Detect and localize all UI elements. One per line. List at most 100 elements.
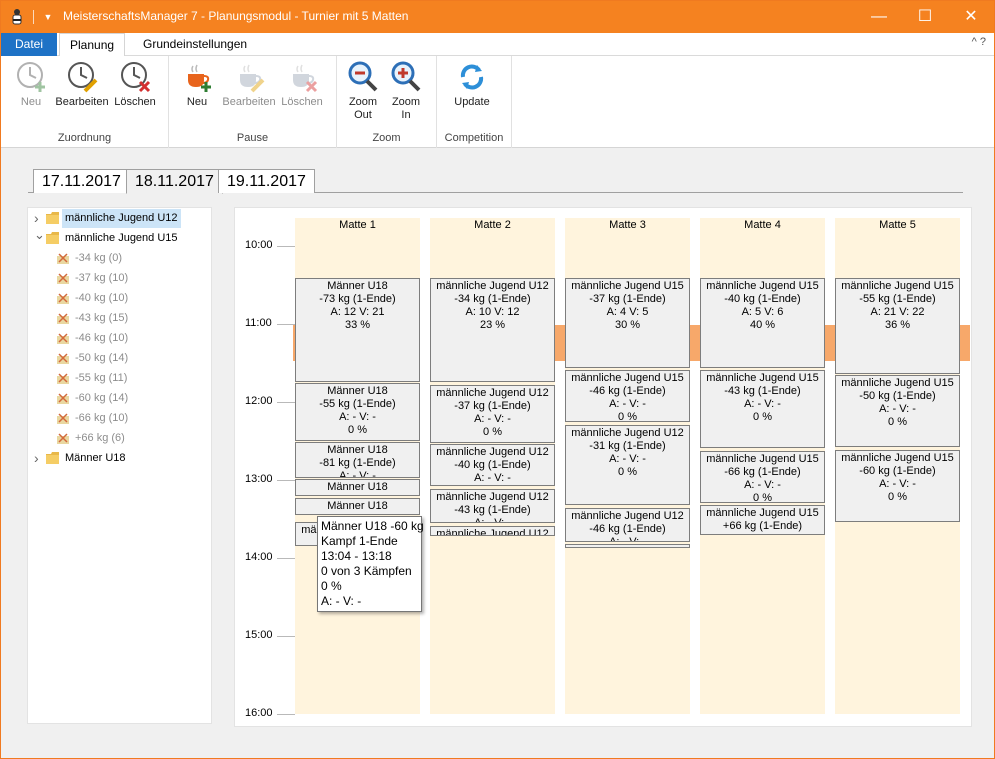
pause-band[interactable] — [690, 325, 700, 361]
fight-block-line: Männer U18 — [327, 385, 388, 397]
tab-planung[interactable]: Planung — [59, 33, 126, 57]
fight-block[interactable]: Männer U18 — [295, 479, 420, 496]
tree-weight-class[interactable]: -60 kg (14) — [56, 389, 206, 408]
date-tab-1[interactable]: 17.11.2017 — [33, 169, 130, 193]
fight-block[interactable]: männliche Jugend U15 -60 kg (1-Ende) A: - … — [835, 450, 960, 522]
tree-item-label: Männer U18 — [65, 452, 126, 464]
app-judoka-icon[interactable] — [9, 8, 25, 26]
fight-block[interactable]: männliche Jugend U15 -66 kg (1-Ende) A: - … — [700, 451, 825, 503]
zoom-in-button[interactable]: Zoom In — [374, 60, 438, 122]
clock-delete-icon — [118, 60, 152, 94]
pause-band[interactable] — [960, 325, 970, 361]
fight-block[interactable]: männliche Jugend U12 -43 kg (1-Ende) A: - … — [430, 489, 555, 523]
tree-weight-class[interactable]: -34 kg (0) — [56, 249, 206, 268]
fight-block[interactable]: Männer U18 — [295, 498, 420, 515]
tree-weight-class-label: -34 kg (0) — [75, 252, 123, 264]
fight-block-line: -43 kg (1-Ende) — [724, 385, 801, 397]
fight-block[interactable]: männliche Jugend U15 -37 kg (1-Ende) A: 4 … — [565, 278, 690, 368]
fight-block-line: A: 12 V: 21 — [330, 306, 385, 318]
fight-block-line: männliche Jugend U12 — [571, 427, 684, 439]
fight-block-line: -40 kg (1-Ende) — [454, 459, 531, 471]
weight-class-icon — [56, 251, 71, 265]
tree-weight-class[interactable]: -50 kg (14) — [56, 349, 206, 368]
ribbon-button-label: Update — [454, 96, 490, 108]
date-tab-2[interactable]: 18.11.2017 — [126, 169, 223, 194]
time-gridline — [277, 636, 295, 637]
fight-block[interactable]: männliche Jugend U12 -46 kg (1-Ende) A: - … — [565, 508, 690, 542]
ribbon-group-competition: Competition Update — [437, 56, 512, 148]
fight-block-line: A: 4 V: 5 — [606, 306, 649, 318]
time-label: 14:00 — [245, 551, 273, 563]
fight-block-line: A: - V: - — [609, 453, 646, 465]
tree-item-label: männliche Jugend U12 — [62, 209, 181, 228]
fight-block[interactable]: männliche Jugend U15 -50 kg (1-Ende) A: - … — [835, 375, 960, 447]
clock-delete-button[interactable]: Löschen — [103, 60, 167, 109]
fight-block-line: Männer U18 — [327, 280, 388, 292]
tree-weight-class-label: +66 kg (6) — [75, 432, 125, 444]
time-label: 11:00 — [245, 317, 272, 329]
tree-weight-class[interactable]: -66 kg (10) — [56, 409, 206, 428]
fight-block[interactable]: männliche Jugend U12 -34 kg (1-Ende) A: 10… — [430, 278, 555, 382]
tree-item[interactable]: › männliche Jugend U12 — [32, 209, 207, 228]
minimize-button[interactable]: — — [856, 1, 902, 33]
tree-weight-class-label: -55 kg (11) — [75, 372, 128, 384]
fight-block-line: männliche Jugend U12 — [436, 446, 549, 458]
fight-block[interactable]: männliche Jugend U15 -43 kg (1-Ende) A: - … — [700, 370, 825, 448]
fight-block[interactable]: männliche Jugend U15 -46 kg (1-Ende) A: - … — [565, 370, 690, 422]
fight-block[interactable]: Männer U18 -73 kg (1-Ende) A: 12 V: 21 33 % — [295, 278, 420, 382]
maximize-button[interactable]: ☐ — [902, 1, 948, 33]
tooltip-line: A: - V: - — [321, 594, 362, 608]
pause-band[interactable] — [825, 325, 835, 361]
fight-block-line: männliche Jugend U15 — [706, 507, 819, 519]
close-button[interactable]: ✕ — [948, 1, 994, 33]
fight-block[interactable]: männliche Jugend U12 -37 kg (1-Ende) A: - … — [430, 385, 555, 443]
tab-grundeinstellungen[interactable]: Grundeinstellungen — [133, 33, 257, 56]
tree-weight-class[interactable]: -55 kg (11) — [56, 369, 206, 388]
tree-weight-class-label: -66 kg (10) — [75, 412, 129, 424]
tree-weight-class[interactable]: -37 kg (10) — [56, 269, 206, 288]
fight-block-line: -73 kg (1-Ende) — [319, 293, 396, 305]
fight-block[interactable]: männliche Jugend U15 -40 kg (1-Ende) A: 5 … — [700, 278, 825, 368]
tree-weight-class[interactable]: +66 kg (6) — [56, 429, 206, 448]
fight-block[interactable]: männliche Jugend U12 -31 kg (1-Ende) A: - … — [565, 425, 690, 505]
tree-weight-class[interactable]: -46 kg (10) — [56, 329, 206, 348]
tree-weight-class[interactable]: -40 kg (10) — [56, 289, 206, 308]
date-tab-3[interactable]: 19.11.2017 — [218, 169, 315, 193]
fight-block-line: -40 kg (1-Ende) — [724, 293, 801, 305]
pause-band[interactable] — [555, 325, 565, 361]
zoom-in-icon — [389, 60, 423, 94]
fight-block-line: 0 % — [753, 492, 772, 503]
ribbon-panel: Zuordnung Neu Bearbeiten Löschen Pause Neu Be… — [1, 56, 994, 148]
folder-icon — [45, 231, 60, 245]
quick-access-separator — [33, 10, 34, 24]
ribbon-button-label: Zoom In — [391, 96, 421, 121]
refresh-button[interactable]: Update — [440, 60, 504, 109]
fight-block[interactable]: Männer U18 -81 kg (1-Ende) A: - V: - — [295, 442, 420, 478]
fight-block-line: männliche Jugend U15 — [841, 452, 954, 464]
ribbon-button-label: Löschen — [114, 96, 156, 108]
fight-block[interactable]: Männer U18 -55 kg (1-Ende) A: - V: -0 % — [295, 383, 420, 441]
mat-header: Matte 1 — [339, 219, 376, 231]
weight-class-icon — [56, 371, 71, 385]
file-tab[interactable]: Datei — [1, 33, 57, 56]
cup-delete-button[interactable]: Löschen — [270, 60, 334, 109]
fight-block-line: männliche Jugend U12 — [436, 280, 549, 292]
fight-block-line: männliche Jugend U15 — [706, 372, 819, 384]
quick-access-dropdown-icon[interactable]: ▼ — [41, 9, 55, 25]
fight-block[interactable]: männliche Jugend U12 -40 kg (1-Ende) A: - … — [430, 444, 555, 486]
fight-block-line: 30 % — [614, 319, 641, 331]
weight-class-icon — [56, 431, 71, 445]
tree-item[interactable]: › Männer U18 — [32, 449, 207, 468]
mat-header: Matte 5 — [879, 219, 916, 231]
fight-block[interactable]: männliche Jugend U12 — [565, 544, 690, 548]
fight-block-line: A: - V: - — [339, 411, 376, 423]
fight-block[interactable]: männliche Jugend U15 +66 kg (1-Ende) — [700, 505, 825, 535]
ribbon-group-label: Pause — [236, 132, 269, 144]
fight-block[interactable]: männliche Jugend U15 -55 kg (1-Ende) A: 21… — [835, 278, 960, 374]
fight-block-line: männliche Jugend U12 — [566, 546, 689, 547]
tree-weight-class[interactable]: -43 kg (15) — [56, 309, 206, 328]
fight-block[interactable]: männliche Jugend U12-46 kg (1-Ende) — [430, 526, 555, 536]
fight-block-line: Männer U18 — [327, 481, 388, 493]
tree-item[interactable]: ⌄ männliche Jugend U15 — [32, 228, 207, 248]
ribbon-collapse-help-icon[interactable]: ^ ? — [972, 36, 986, 48]
